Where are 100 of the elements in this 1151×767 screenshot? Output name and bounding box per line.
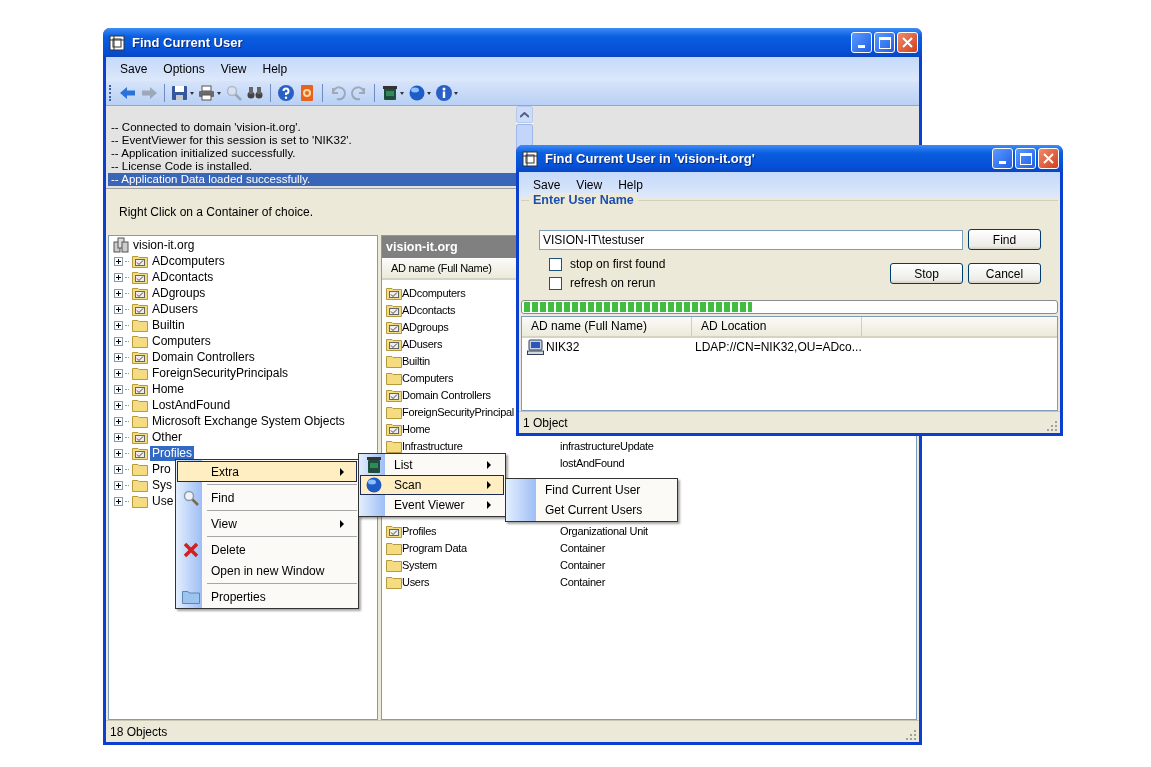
tree-item[interactable]: Other xyxy=(150,429,184,445)
tree-item[interactable]: Sys xyxy=(150,477,174,493)
expand-button[interactable] xyxy=(114,496,123,506)
floppy-icon[interactable] xyxy=(171,84,195,102)
expand-button[interactable] xyxy=(114,272,123,282)
expand-button[interactable] xyxy=(114,336,123,346)
help-icon[interactable] xyxy=(277,84,295,102)
menu-item[interactable]: Options xyxy=(155,60,213,78)
folder-check-icon xyxy=(386,387,402,402)
globe-icon xyxy=(365,477,382,493)
list-cell: Container xyxy=(560,575,605,588)
close-icon xyxy=(1043,153,1054,164)
tree-item[interactable]: ADcomputers xyxy=(150,253,227,269)
menu-item[interactable]: Scan xyxy=(360,475,504,495)
ring-tile-icon[interactable] xyxy=(298,84,316,102)
tree-item[interactable]: Pro xyxy=(150,461,173,477)
menu-item[interactable]: Extra xyxy=(177,461,357,482)
expand-button[interactable] xyxy=(114,320,123,330)
list-cell: ForeignSecurityPrincipal xyxy=(402,405,515,418)
expand-button[interactable] xyxy=(114,432,123,442)
expand-button[interactable] xyxy=(114,352,123,362)
tree-item[interactable]: vision-it.org xyxy=(131,237,197,253)
maximize-button[interactable] xyxy=(1015,148,1036,169)
menu-item[interactable]: Save xyxy=(525,175,569,194)
tree-item[interactable]: Computers xyxy=(150,333,213,349)
scroll-up-button[interactable] xyxy=(516,106,533,123)
menu-item[interactable]: Event Viewer xyxy=(360,495,504,515)
minimize-button[interactable] xyxy=(992,148,1013,169)
checkbox-label: refresh on rerun xyxy=(570,276,656,290)
menu-item[interactable]: Help xyxy=(254,60,296,78)
close-button[interactable] xyxy=(897,32,918,53)
checkbox[interactable] xyxy=(549,257,562,271)
find-button[interactable]: Find xyxy=(968,229,1041,250)
menu-item[interactable]: View xyxy=(568,175,611,194)
tree-item[interactable]: ADusers xyxy=(150,301,200,317)
tree-item[interactable]: Microsoft Exchange System Objects xyxy=(150,413,347,429)
info-icon[interactable] xyxy=(435,84,459,102)
menu-item[interactable]: Delete xyxy=(177,539,357,560)
tree-item[interactable]: Profiles xyxy=(150,445,194,461)
list-cell: Users xyxy=(402,575,430,588)
tree-item[interactable]: LostAndFound xyxy=(150,397,233,413)
expand-button[interactable] xyxy=(114,400,123,410)
group-title: Enter User Name xyxy=(529,193,638,207)
list-cell: ADcontacts xyxy=(402,303,456,316)
tree-item[interactable]: ADcontacts xyxy=(150,269,216,285)
minimize-button[interactable] xyxy=(851,32,872,53)
resize-grip-icon[interactable] xyxy=(1047,421,1057,431)
expand-button[interactable] xyxy=(114,416,123,426)
menu-item[interactable]: View xyxy=(177,513,357,534)
column-header[interactable]: AD Location xyxy=(692,317,862,336)
menu-item[interactable]: Find xyxy=(177,487,357,508)
tree-item[interactable]: ADgroups xyxy=(150,285,208,301)
menu-item[interactable]: Open in new Window xyxy=(177,560,357,581)
folder-check-icon xyxy=(386,285,402,300)
tree-item[interactable]: Domain Controllers xyxy=(150,349,257,365)
expand-button[interactable] xyxy=(114,448,123,458)
menu-item[interactable]: Save xyxy=(112,60,156,78)
expand-button[interactable] xyxy=(114,464,123,474)
expand-button[interactable] xyxy=(114,288,123,298)
checkbox[interactable] xyxy=(549,276,562,290)
tree-item[interactable]: Builtin xyxy=(150,317,187,333)
log-line: -- Connected to domain 'vision-it.org'. xyxy=(110,121,302,134)
tree-item[interactable]: ForeignSecurityPrincipals xyxy=(150,365,291,381)
delete-icon xyxy=(182,541,199,558)
user-name-field[interactable]: VISION-IT\testuser xyxy=(539,229,963,250)
folder-icon xyxy=(132,334,148,348)
menu-item[interactable]: List xyxy=(360,455,504,475)
folder-check-icon xyxy=(386,421,402,436)
expand-button[interactable] xyxy=(114,384,123,394)
close-button[interactable] xyxy=(1038,148,1059,169)
column-header[interactable]: AD name (Full Name) xyxy=(522,317,692,336)
resize-grip-icon[interactable] xyxy=(906,730,916,740)
expand-button[interactable] xyxy=(114,368,123,378)
globe-icon[interactable] xyxy=(408,84,432,102)
maximize-button[interactable] xyxy=(874,32,895,53)
expand-button[interactable] xyxy=(114,256,123,266)
folder-icon xyxy=(386,353,402,368)
tree-item[interactable]: Use xyxy=(150,493,176,509)
folder-icon xyxy=(386,540,402,555)
menu-item[interactable]: Properties xyxy=(177,586,357,607)
folder-check-icon xyxy=(386,336,402,351)
cancel-button[interactable]: Cancel xyxy=(968,263,1041,284)
folder-icon xyxy=(132,366,148,380)
expand-button[interactable] xyxy=(114,304,123,314)
menu-item[interactable]: Find Current User xyxy=(507,480,676,500)
menu-item[interactable]: View xyxy=(212,60,255,78)
folder-check-icon xyxy=(132,430,148,444)
bin-icon[interactable] xyxy=(381,84,405,102)
list-cell: Organizational Unit xyxy=(560,524,648,537)
list-cell: Computers xyxy=(402,371,454,384)
tree-item[interactable]: Home xyxy=(150,381,186,397)
menu-item[interactable]: Help xyxy=(610,175,651,194)
stop-button[interactable]: Stop xyxy=(890,263,963,284)
menu-item[interactable]: Get Current Users xyxy=(507,500,676,520)
expand-button[interactable] xyxy=(114,480,123,490)
list-cell: lostAndFound xyxy=(560,456,625,469)
folder-icon xyxy=(386,557,402,572)
back-arrow-icon[interactable] xyxy=(119,84,137,102)
printer-icon[interactable] xyxy=(198,84,222,102)
bin-icon xyxy=(366,457,381,473)
